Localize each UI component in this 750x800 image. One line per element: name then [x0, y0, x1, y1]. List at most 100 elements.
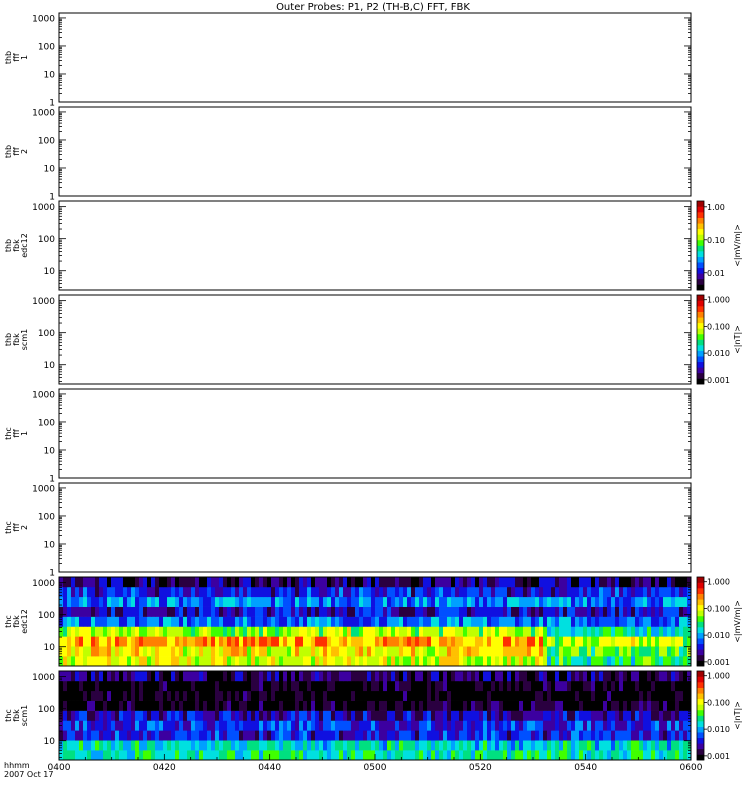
spectrogram-cell [475, 606, 480, 617]
spectrogram-cell [419, 626, 424, 637]
spectrogram-cell [323, 710, 328, 721]
spectrogram-cell [447, 626, 452, 637]
spectrogram-cell [627, 671, 632, 682]
spectrogram-cell [59, 750, 64, 761]
spectrogram-cell [491, 740, 496, 751]
spectrogram-cell [599, 656, 604, 667]
spectrogram-cell [411, 656, 416, 667]
spectrogram-cell [659, 656, 664, 667]
spectrogram-cell [287, 720, 292, 731]
spectrogram-cell [119, 700, 124, 711]
spectrogram-cell [447, 577, 452, 588]
spectrogram-cell [303, 680, 308, 692]
spectrogram-cell [647, 586, 652, 598]
spectrogram-cell [383, 740, 388, 751]
spectrogram-figure: Outer Probes: P1, P2 (TH-B,C) FFT, FBK 1… [4, 2, 742, 779]
spectrogram-cell [75, 730, 80, 741]
spectrogram-cell [299, 740, 304, 751]
spectrogram-cell [503, 586, 508, 598]
spectrogram-cell [499, 710, 504, 721]
spectrogram-cell [59, 606, 64, 617]
spectrogram-cell [383, 710, 388, 721]
spectrogram-cell [347, 680, 352, 692]
spectrogram-cell [483, 680, 488, 692]
spectrogram-cell [559, 577, 564, 588]
spectrogram-cell [467, 740, 472, 751]
spectrogram-cell [419, 606, 424, 617]
spectrogram-cell [75, 656, 80, 667]
spectrogram-cell [655, 596, 660, 607]
spectrogram-cell [143, 730, 148, 741]
spectrogram-cell [535, 720, 540, 731]
spectrogram-cell [287, 730, 292, 741]
spectrogram-cell [639, 710, 644, 721]
spectrogram-cell [375, 606, 380, 617]
spectrogram-cell [255, 616, 260, 627]
spectrogram-cell [583, 596, 588, 607]
spectrogram-cell [235, 671, 240, 682]
spectrogram-cell [207, 700, 212, 711]
spectrogram-cell [259, 596, 264, 607]
spectrogram-cell [439, 750, 444, 761]
spectrogram-cell [575, 730, 580, 741]
spectrogram-cell [255, 606, 260, 617]
spectrogram-cell [235, 710, 240, 721]
spectrogram-cell [255, 626, 260, 637]
y-tick-label: 1 [49, 569, 55, 579]
spectrogram-cell [83, 710, 88, 721]
spectrogram-cell [91, 626, 96, 637]
spectrogram-cell [611, 606, 616, 617]
spectrogram-cell [531, 656, 536, 667]
spectrogram-cell [175, 700, 180, 711]
spectrogram-cell [643, 656, 648, 667]
spectrogram-cell [615, 626, 620, 637]
spectrogram-cell [615, 646, 620, 657]
spectrogram-cell [679, 730, 684, 741]
spectrogram-cell [659, 750, 664, 761]
spectrogram-cell [111, 636, 116, 647]
spectrogram-cell [591, 646, 596, 657]
spectrogram-cell [219, 690, 224, 701]
spectrogram-cell [363, 730, 368, 741]
spectrogram-cell [431, 606, 436, 617]
spectrogram-cell [187, 730, 192, 741]
spectrogram-cell [519, 690, 524, 701]
spectrogram-cell [171, 577, 176, 588]
colorbar-segment [697, 582, 704, 589]
spectrogram-cell [247, 730, 252, 741]
colorbar-segment [697, 367, 704, 374]
spectrogram-cell [543, 690, 548, 701]
spectrogram-cell [575, 656, 580, 667]
spectrogram-cell [423, 596, 428, 607]
spectrogram-cell [255, 710, 260, 721]
spectrogram-cell [243, 626, 248, 637]
spectrogram-cell [391, 656, 396, 667]
spectrogram-cell [279, 671, 284, 682]
spectrogram-cell [423, 577, 428, 588]
spectrogram-cell [191, 710, 196, 721]
spectrogram-cell [291, 616, 296, 627]
spectrogram-cell [399, 730, 404, 741]
spectrogram-cell [667, 750, 672, 761]
spectrogram-cell [71, 646, 76, 657]
spectrogram-cell [455, 671, 460, 682]
spectrogram-cell [263, 596, 268, 607]
spectrogram-cell [671, 730, 676, 741]
colorbar-segment [697, 328, 704, 335]
spectrogram-cell [375, 710, 380, 721]
spectrogram-cell [667, 730, 672, 741]
spectrogram-cell [375, 730, 380, 741]
spectrogram-cell [503, 626, 508, 637]
spectrogram-cell [303, 740, 308, 751]
spectrogram-cell [659, 690, 664, 701]
spectrogram-cell [179, 606, 184, 617]
spectrogram-cell [615, 636, 620, 647]
spectrogram-cell [471, 586, 476, 598]
spectrogram-cell [399, 577, 404, 588]
spectrogram-cell [103, 636, 108, 647]
spectrogram-cell [551, 680, 556, 692]
spectrogram-cell [123, 586, 128, 598]
spectrogram-cell [463, 690, 468, 701]
spectrogram-cell [651, 636, 656, 647]
spectrogram-cell [427, 586, 432, 598]
